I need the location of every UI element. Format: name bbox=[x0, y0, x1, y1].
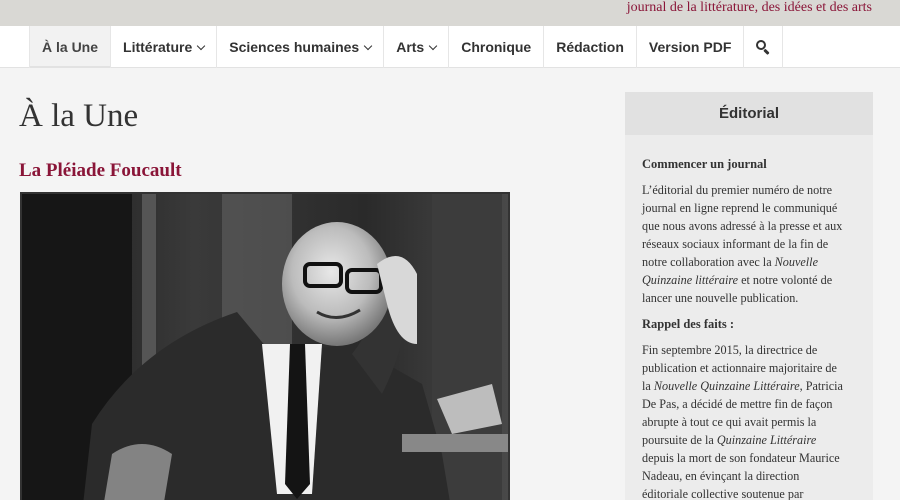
nav-item-a-la-une[interactable]: À la Une bbox=[30, 26, 112, 68]
chevron-down-icon bbox=[428, 41, 438, 50]
chevron-down-icon bbox=[363, 41, 373, 50]
nav-item-label: Version PDF bbox=[648, 39, 732, 55]
nav-item-litterature[interactable]: Littérature bbox=[111, 26, 218, 68]
article-photo[interactable] bbox=[20, 192, 510, 500]
page-title: À la Une bbox=[19, 98, 139, 134]
article-title-link[interactable]: La Pléiade Foucault bbox=[19, 160, 182, 182]
editorial-section-title: Rappel des faits : bbox=[642, 317, 735, 331]
nav-item-label: Arts bbox=[396, 39, 425, 55]
nav-item-label: À la Une bbox=[42, 39, 99, 55]
nav-item-label: Chronique bbox=[461, 39, 532, 55]
search-button[interactable] bbox=[744, 26, 784, 68]
portrait-photo-image bbox=[22, 194, 508, 500]
main-navigation: À la Une Littérature Sciences humaines A… bbox=[0, 26, 900, 68]
sidebar-title: Éditorial bbox=[625, 92, 873, 135]
nav-item-arts[interactable]: Arts bbox=[384, 26, 450, 68]
editorial-sidebar: Éditorial Commencer un journal L’éditori… bbox=[625, 92, 873, 500]
nav-item-redaction[interactable]: Rédaction bbox=[544, 26, 637, 68]
search-icon bbox=[756, 40, 770, 56]
nav-item-label: Littérature bbox=[123, 39, 193, 55]
nav-item-sciences-humaines[interactable]: Sciences humaines bbox=[217, 26, 385, 68]
nav-item-label: Rédaction bbox=[556, 39, 624, 55]
top-bar: journal de la littérature, des idées et … bbox=[0, 0, 900, 26]
nav-menu: À la Une Littérature Sciences humaines A… bbox=[29, 26, 784, 68]
nav-item-version-pdf[interactable]: Version PDF bbox=[637, 26, 745, 68]
editorial-section-title[interactable]: Commencer un journal bbox=[642, 155, 857, 173]
site-tagline: journal de la littérature, des idées et … bbox=[626, 0, 872, 15]
chevron-down-icon bbox=[197, 41, 206, 50]
nav-item-label: Sciences humaines bbox=[229, 39, 360, 55]
nav-item-chronique[interactable]: Chronique bbox=[449, 26, 545, 68]
editorial-paragraph-2: Fin septembre 2015, la directrice de pub… bbox=[642, 343, 843, 500]
editorial-paragraph-1: L’éditorial du premier numéro de notre j… bbox=[642, 183, 843, 305]
